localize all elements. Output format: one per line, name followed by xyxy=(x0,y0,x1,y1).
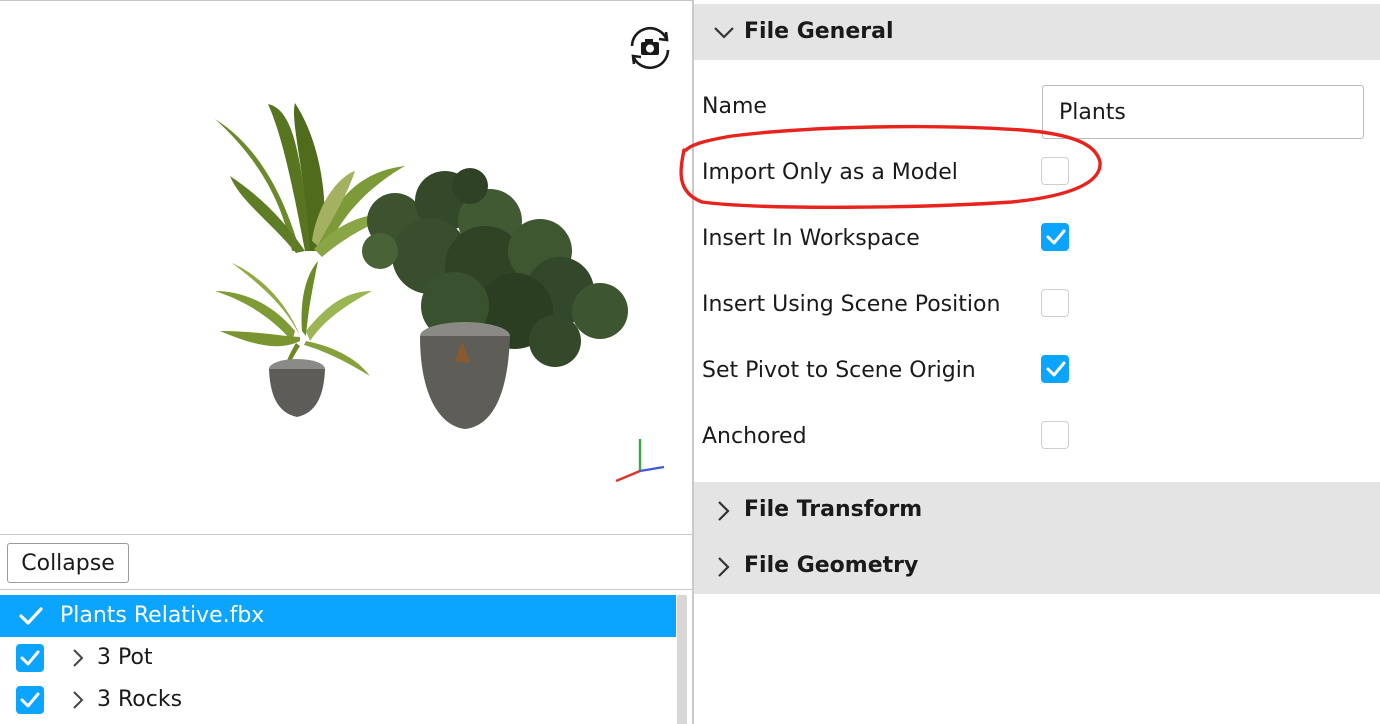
checkmark-icon[interactable] xyxy=(18,605,44,627)
set-pivot-to-scene-origin-label: Set Pivot to Scene Origin xyxy=(702,358,976,383)
section-file-geometry[interactable]: File Geometry xyxy=(694,538,1380,594)
chevron-right-icon xyxy=(718,557,730,577)
tree-row-checkbox[interactable] xyxy=(16,686,44,714)
rotate-camera-icon[interactable] xyxy=(626,26,674,70)
import-tree: Plants Relative.fbx 3 Pot 3 Rocks xyxy=(0,593,694,724)
section-file-general[interactable]: File General xyxy=(694,4,1380,60)
checkmark-icon xyxy=(20,692,40,708)
left-pane: Collapse Plants Relative.fbx 3 Pot 3 Roc… xyxy=(0,0,694,724)
insert-using-scene-position-checkbox[interactable] xyxy=(1041,289,1069,317)
chevron-right-icon[interactable] xyxy=(68,646,88,670)
tree-scrollbar[interactable] xyxy=(677,595,687,724)
checkmark-icon xyxy=(1046,229,1066,245)
tree-row-label: 3 Rocks xyxy=(97,687,183,712)
checkmark-icon xyxy=(1046,361,1066,377)
section-file-transform[interactable]: File Transform xyxy=(694,482,1380,538)
set-pivot-to-scene-origin-checkbox[interactable] xyxy=(1041,355,1069,383)
section-title: File General xyxy=(744,19,894,44)
name-label: Name xyxy=(702,94,767,119)
insert-in-workspace-checkbox[interactable] xyxy=(1041,223,1069,251)
insert-in-workspace-label: Insert In Workspace xyxy=(702,226,920,251)
name-input[interactable] xyxy=(1042,85,1364,139)
tree-row[interactable]: 3 Rocks xyxy=(0,679,676,721)
tree-row-root[interactable]: Plants Relative.fbx xyxy=(0,595,676,637)
import-only-as-model-label: Import Only as a Model xyxy=(702,160,958,185)
checkmark-icon xyxy=(20,650,40,666)
section-title: File Transform xyxy=(744,497,923,522)
chevron-down-icon xyxy=(714,27,734,39)
section-title: File Geometry xyxy=(744,553,919,578)
collapse-button[interactable]: Collapse xyxy=(7,543,129,583)
tree-row-label: 3 Pot xyxy=(97,645,153,670)
tree-row[interactable]: 3 Pot xyxy=(0,637,676,679)
plants-model-preview xyxy=(215,103,628,429)
chevron-right-icon xyxy=(718,501,730,521)
model-preview-viewport[interactable] xyxy=(0,1,694,535)
tree-toolbar: Collapse xyxy=(0,536,694,590)
properties-pane: File General Name Import Only as a Model… xyxy=(694,0,1380,724)
chevron-right-icon[interactable] xyxy=(68,688,88,712)
insert-using-scene-position-label: Insert Using Scene Position xyxy=(702,292,1001,317)
tree-row-checkbox[interactable] xyxy=(16,644,44,672)
axis-gizmo-icon xyxy=(610,435,670,487)
import-only-as-model-checkbox[interactable] xyxy=(1041,157,1069,185)
anchored-checkbox[interactable] xyxy=(1041,421,1069,449)
tree-row-label: Plants Relative.fbx xyxy=(60,603,265,628)
anchored-label: Anchored xyxy=(702,424,807,449)
